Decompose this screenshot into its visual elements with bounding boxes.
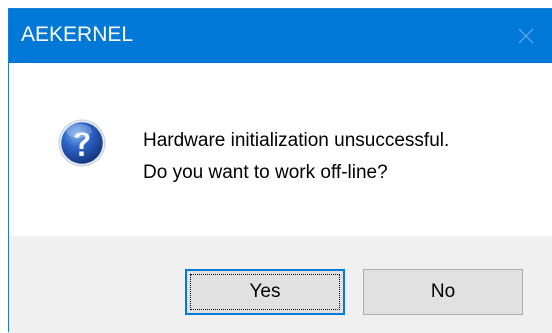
- title-bar[interactable]: AEKERNEL: [9, 9, 552, 63]
- message-line-2: Do you want to work off-line?: [143, 162, 388, 183]
- no-button[interactable]: No: [363, 269, 523, 315]
- window-title: AEKERNEL: [21, 23, 134, 46]
- close-button[interactable]: [506, 17, 546, 55]
- yes-button[interactable]: Yes: [185, 269, 345, 315]
- message-area: Hardware initialization unsuccessful. Do…: [9, 63, 552, 236]
- button-bar: Yes No: [9, 236, 552, 333]
- focus-ring: [190, 274, 340, 310]
- no-button-label: No: [430, 281, 456, 302]
- message-text: Hardware initialization unsuccessful. Do…: [143, 125, 449, 189]
- message-box-window: AEKERNEL Hardware initialization unsucce…: [8, 8, 552, 333]
- question-icon: [58, 119, 106, 167]
- message-line-1: Hardware initialization unsuccessful.: [143, 130, 450, 151]
- close-icon: [518, 28, 534, 44]
